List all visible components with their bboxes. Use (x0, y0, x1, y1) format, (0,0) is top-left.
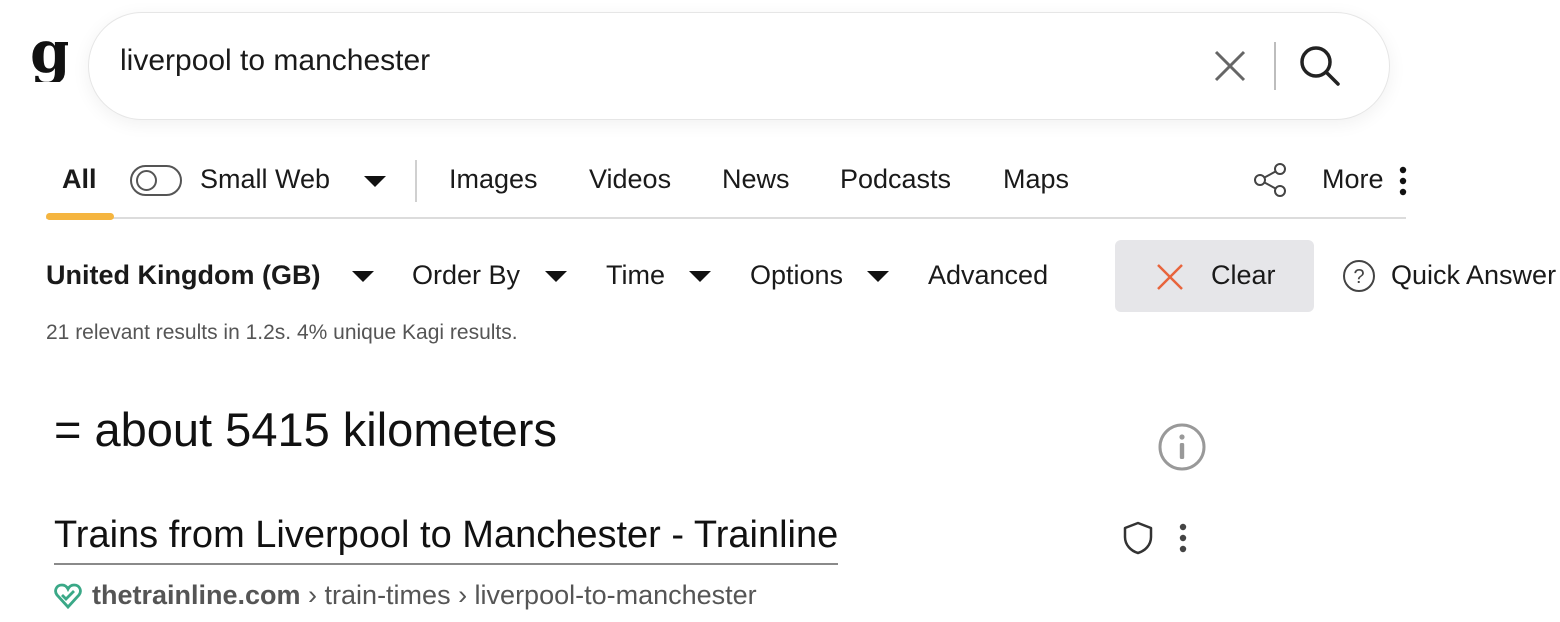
region-caret-icon[interactable] (352, 271, 374, 282)
kagi-logo[interactable]: g (28, 18, 71, 86)
caret-down-icon[interactable] (364, 176, 386, 187)
shield-icon[interactable] (1120, 520, 1156, 556)
close-icon (1155, 262, 1185, 292)
tabs-separator (415, 160, 417, 202)
result-path: › train-times › liverpool-to-manchester (300, 580, 757, 610)
small-web-toggle[interactable] (130, 165, 182, 196)
region-filter[interactable]: United Kingdom (GB) (46, 260, 320, 291)
result-menu-icon[interactable] (1172, 522, 1194, 554)
result-url[interactable]: thetrainline.com › train-times › liverpo… (54, 580, 757, 611)
tab-images[interactable]: Images (449, 164, 538, 195)
quick-answer-button[interactable]: Quick Answer (1391, 260, 1556, 291)
time-caret-icon[interactable] (689, 271, 711, 282)
more-vertical-icon[interactable] (1398, 166, 1408, 196)
tab-more[interactable]: More (1322, 164, 1384, 195)
search-icon[interactable] (1296, 42, 1344, 90)
conversion-answer: = about 5415 kilometers (54, 403, 557, 456)
clear-filters-button[interactable]: Clear (1115, 240, 1314, 312)
order-by-filter[interactable]: Order By (412, 260, 520, 291)
tab-all[interactable]: All (62, 164, 97, 195)
tab-maps[interactable]: Maps (1003, 164, 1069, 195)
result-domain: thetrainline.com (92, 580, 301, 610)
help-circle-icon[interactable]: ? (1342, 259, 1376, 293)
tab-news[interactable]: News (722, 164, 790, 195)
toggle-knob (136, 170, 157, 191)
clear-search-icon[interactable] (1210, 46, 1250, 86)
svg-text:?: ? (1353, 266, 1364, 288)
search-input[interactable]: liverpool to manchester (120, 44, 430, 78)
tabs-baseline (46, 217, 1406, 219)
trainline-favicon (54, 582, 82, 610)
logo-letter: g (30, 22, 68, 82)
results-stats: 21 relevant results in 1.2s. 4% unique K… (46, 321, 518, 344)
order-by-caret-icon[interactable] (545, 271, 567, 282)
time-filter[interactable]: Time (606, 260, 665, 291)
clear-button-label: Clear (1211, 260, 1276, 290)
options-filter[interactable]: Options (750, 260, 843, 291)
share-icon[interactable] (1252, 162, 1288, 198)
result-title-link[interactable]: Trains from Liverpool to Manchester - Tr… (54, 514, 839, 565)
active-tab-indicator (46, 213, 114, 220)
search-divider (1274, 42, 1276, 90)
options-caret-icon[interactable] (867, 271, 889, 282)
tab-videos[interactable]: Videos (589, 164, 671, 195)
tab-podcasts[interactable]: Podcasts (840, 164, 951, 195)
info-icon[interactable] (1156, 421, 1208, 473)
tab-small-web[interactable]: Small Web (200, 164, 330, 195)
advanced-filter[interactable]: Advanced (928, 260, 1048, 291)
